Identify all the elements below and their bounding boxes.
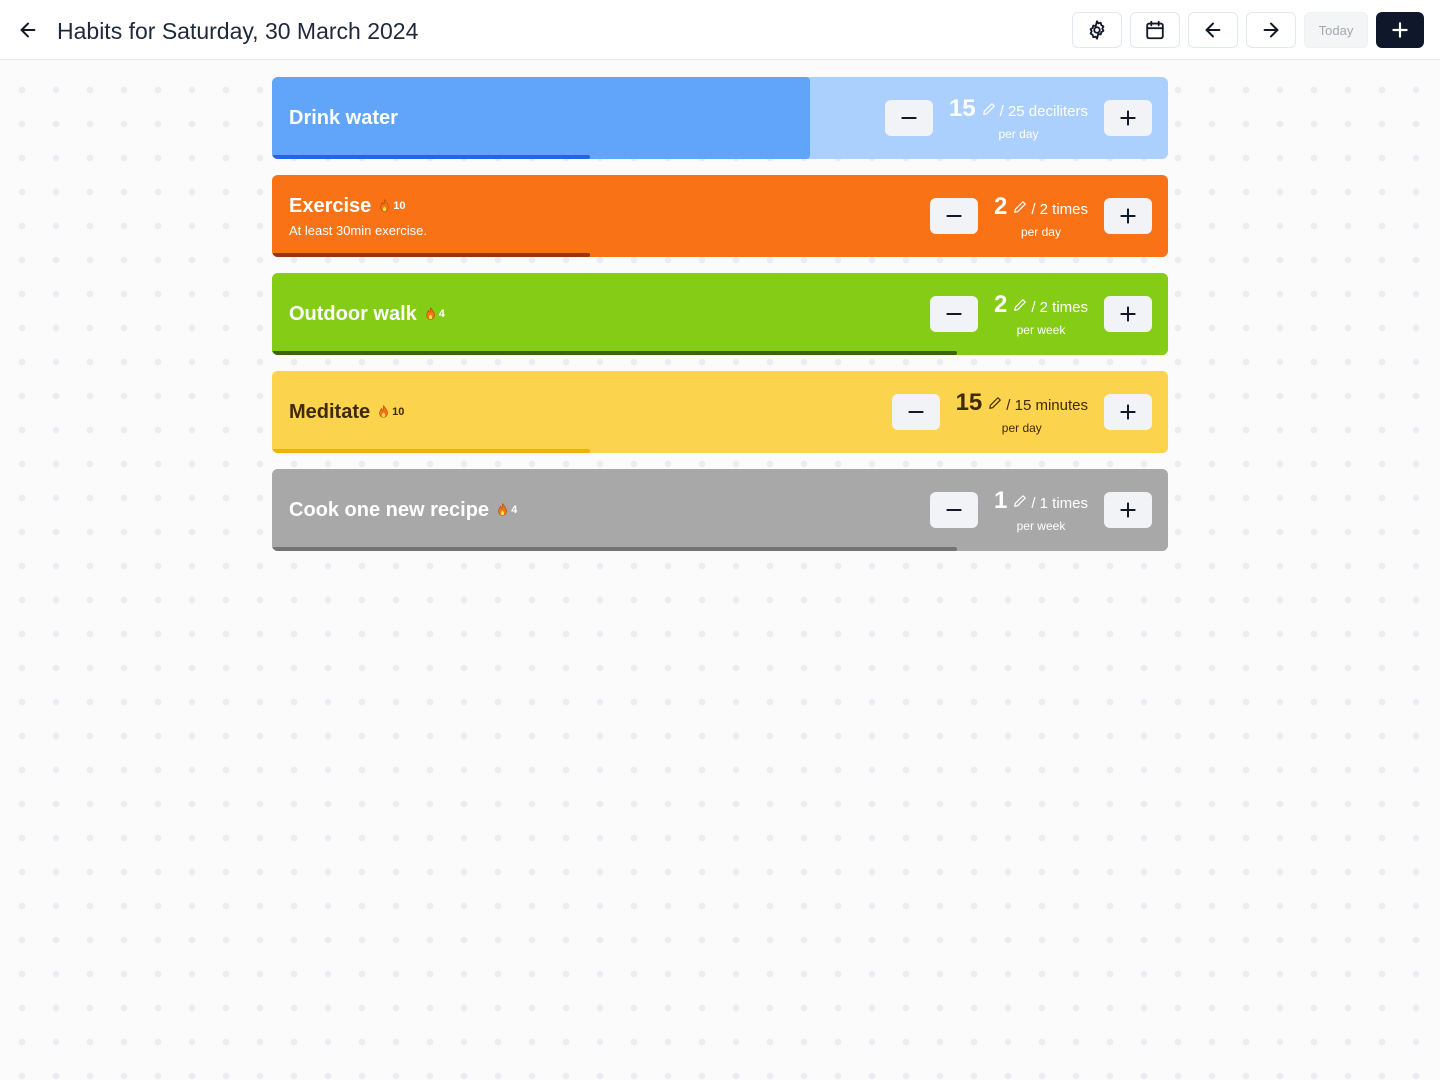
fire-icon xyxy=(426,307,435,320)
plus-icon xyxy=(1120,502,1136,518)
count-value: 1 xyxy=(993,487,1008,514)
increment-button[interactable] xyxy=(1104,394,1152,430)
decrement-button[interactable] xyxy=(884,100,933,136)
increment-button[interactable] xyxy=(1104,100,1152,136)
count-display: 15 / 15 minutes per day xyxy=(956,389,1088,435)
plus-icon xyxy=(1120,404,1136,420)
increment-button[interactable] xyxy=(1104,296,1152,332)
decrement-button[interactable] xyxy=(929,492,978,528)
count-target: / 2 times xyxy=(1031,201,1088,218)
page-title: Habits for Saturday, 30 March 2024 xyxy=(57,18,419,44)
habit-info: Drink water xyxy=(289,77,398,159)
habit-list: Drink water 15 / 25 deciliters per day E… xyxy=(272,77,1168,567)
settings-button[interactable] xyxy=(1072,12,1122,48)
plus-icon xyxy=(1120,110,1136,126)
count-period: per day xyxy=(1001,421,1042,435)
count-display: 15 / 25 deciliters per day xyxy=(949,95,1088,141)
toolbar: Today xyxy=(1072,12,1424,48)
count-target: / 15 minutes xyxy=(1006,397,1088,414)
habit-info: Outdoor walk 4 xyxy=(289,273,445,355)
minus-icon xyxy=(907,411,924,413)
fire-icon xyxy=(380,199,390,212)
previous-day-button[interactable] xyxy=(1188,12,1238,48)
habit-description: At least 30min exercise. xyxy=(289,222,428,238)
habit-name: Exercise xyxy=(289,194,372,217)
count-display: 2 / 2 times per day xyxy=(994,193,1088,239)
count-period: per day xyxy=(1020,225,1061,239)
count-target: / 2 times xyxy=(1031,299,1088,316)
habit-card: Cook one new recipe 4 1 / 1 times per we… xyxy=(272,469,1168,551)
pencil-icon[interactable] xyxy=(1013,494,1027,508)
streak-badge: 4 xyxy=(497,503,517,517)
habit-counter: 15 / 25 deciliters per day xyxy=(884,77,1152,159)
minus-icon xyxy=(946,313,962,315)
decrement-button[interactable] xyxy=(929,296,978,332)
count-display: 1 / 1 times per week xyxy=(994,487,1088,533)
minus-icon xyxy=(901,117,917,119)
fire-icon xyxy=(379,405,388,418)
next-day-button[interactable] xyxy=(1246,12,1296,48)
habit-card: Drink water 15 / 25 deciliters per day xyxy=(272,77,1168,159)
pencil-icon[interactable] xyxy=(1013,298,1027,312)
pencil-icon[interactable] xyxy=(982,102,996,116)
count-display: 2 / 2 times per week xyxy=(994,291,1088,337)
calendar-button[interactable] xyxy=(1130,12,1180,48)
today-button[interactable]: Today xyxy=(1304,12,1368,48)
streak-count: 4 xyxy=(438,308,445,320)
streak-badge: 10 xyxy=(378,405,404,419)
pencil-icon[interactable] xyxy=(1013,200,1027,214)
minus-icon xyxy=(946,215,962,217)
calendar-icon xyxy=(1146,20,1164,40)
habit-info: Exercise 10 At least 30min exercise. xyxy=(289,175,427,257)
habit-counter: 2 / 2 times per day xyxy=(929,175,1152,257)
minus-icon xyxy=(946,509,962,511)
streak-count: 10 xyxy=(392,406,405,418)
habit-info: Cook one new recipe 4 xyxy=(289,469,517,551)
plus-icon xyxy=(1120,306,1136,322)
pencil-icon[interactable] xyxy=(988,396,1002,410)
count-value: 15 xyxy=(955,389,983,416)
decrement-button[interactable] xyxy=(929,198,978,234)
increment-button[interactable] xyxy=(1104,492,1152,528)
count-period: per week xyxy=(1016,519,1066,533)
streak-count: 10 xyxy=(393,200,406,212)
arrow-right-icon xyxy=(1263,22,1279,38)
streak-badge: 4 xyxy=(425,307,445,321)
habit-name: Outdoor walk xyxy=(289,302,417,325)
count-value: 2 xyxy=(993,193,1008,220)
habit-name: Cook one new recipe xyxy=(289,498,490,521)
count-target: / 25 deciliters xyxy=(999,103,1088,120)
fire-icon xyxy=(498,503,507,516)
habit-counter: 1 / 1 times per week xyxy=(929,469,1152,551)
count-target: / 1 times xyxy=(1031,495,1088,512)
count-period: per week xyxy=(1016,323,1066,337)
habit-card: Meditate 10 15 / 15 minutes per day xyxy=(272,371,1168,453)
habit-card: Outdoor walk 4 2 / 2 times per week xyxy=(272,273,1168,355)
habit-name: Drink water xyxy=(289,106,398,129)
habit-counter: 2 / 2 times per week xyxy=(929,273,1152,355)
increment-button[interactable] xyxy=(1104,198,1152,234)
count-value: 2 xyxy=(993,291,1008,318)
arrow-left-icon xyxy=(20,22,36,38)
add-habit-button[interactable] xyxy=(1376,12,1424,48)
count-value: 15 xyxy=(948,95,976,122)
habit-counter: 15 / 15 minutes per day xyxy=(891,371,1152,453)
streak-count: 4 xyxy=(511,504,518,516)
decrement-button[interactable] xyxy=(891,394,940,430)
habit-info: Meditate 10 xyxy=(289,371,404,453)
app-header: Habits for Saturday, 30 March 2024 Today xyxy=(0,0,1440,60)
plus-icon xyxy=(1120,208,1136,224)
habit-name: Meditate xyxy=(289,400,371,423)
count-period: per day xyxy=(998,127,1039,141)
habit-card: Exercise 10 At least 30min exercise. 2 /… xyxy=(272,175,1168,257)
arrow-left-icon xyxy=(1205,22,1221,38)
streak-badge: 10 xyxy=(379,199,406,213)
gear-icon xyxy=(1089,20,1105,40)
back-button[interactable] xyxy=(12,14,44,46)
plus-icon xyxy=(1392,22,1408,38)
